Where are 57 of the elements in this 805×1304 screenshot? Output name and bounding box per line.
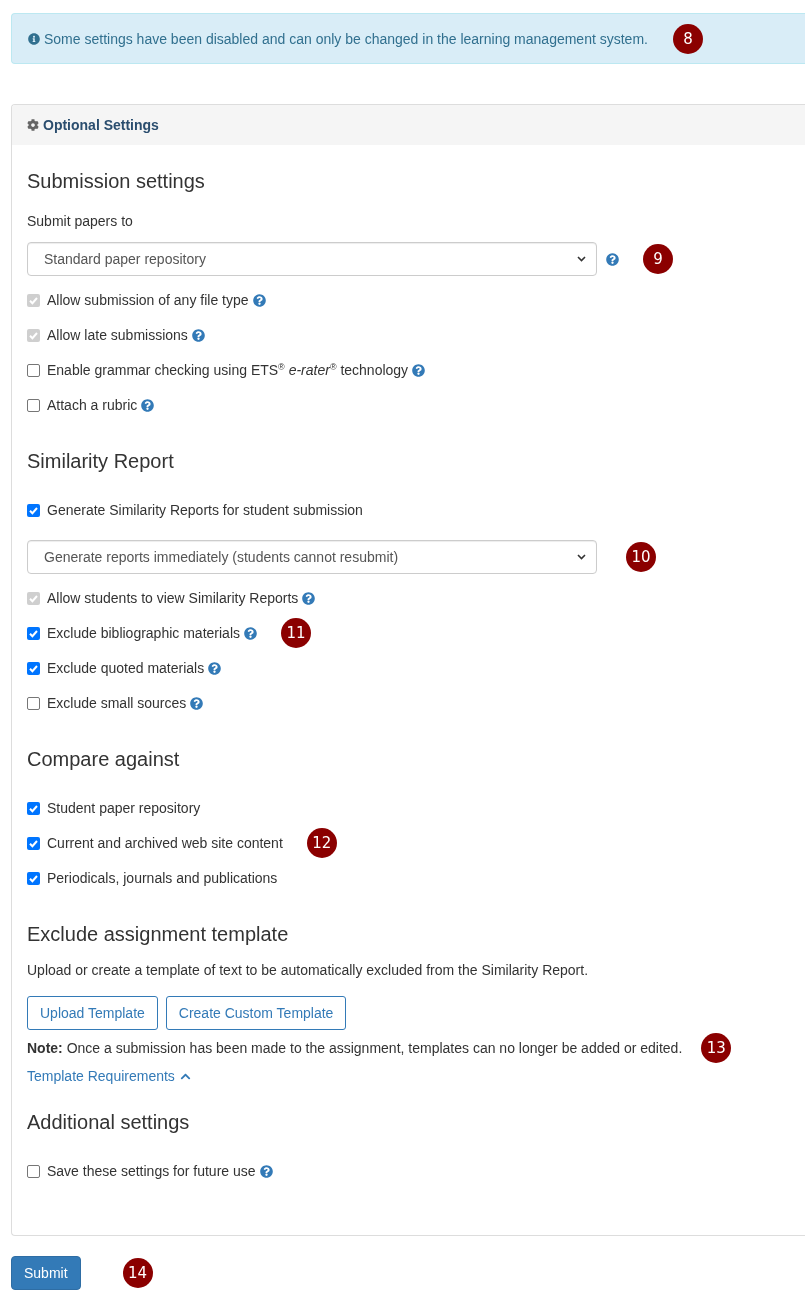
checkbox[interactable] [27,661,40,675]
checkbox-label: Save these settings for future use [47,1162,256,1181]
dropdown-select[interactable]: Generate reports immediately (students cannot resubmit) [27,540,597,574]
paragraph-text: Note: Once a submission has been made to the assignment, templates can no longer be added or edited. [27,1039,683,1058]
section-heading: Compare against [27,748,181,770]
checkbox[interactable] [27,696,40,710]
field-label: Submit papers to [27,212,134,231]
help-icon[interactable] [190,696,204,710]
callout-number: 9 [643,244,673,274]
checkbox-label: Exclude bibliographic materials [47,624,240,643]
help-icon[interactable] [606,252,619,266]
checkbox-label: Allow submission of any file type [47,291,249,310]
checkbox[interactable] [27,871,40,885]
help-icon[interactable] [141,398,155,412]
help-icon[interactable] [208,661,222,675]
checkbox[interactable] [27,503,40,517]
checkbox-label: Student paper repository [47,799,201,818]
info-icon [28,32,40,45]
chevron-down-icon [577,256,586,262]
checkbox[interactable] [27,363,40,377]
checkbox-label: Periodicals, journals and publications [47,869,278,888]
template-button[interactable]: Create Custom Template [165,996,347,1030]
chevron-down-icon [577,554,586,560]
callout-number: 10 [626,542,656,572]
checkbox-label: Current and archived web site content [47,834,283,853]
help-icon[interactable] [244,626,257,640]
checkbox-label: Exclude quoted materials [47,659,205,678]
checkbox-label: Enable grammar checking using ETS$^{®}$ e-rater$^{®}$ technology [47,361,409,380]
submit-button[interactable]: Submit [11,1256,81,1290]
checkbox-label: Attach a rubric [47,396,138,415]
callout-number: 8 [672,23,703,54]
section-heading: Similarity Report [27,450,175,472]
checkbox-label: Allow students to view Similarity Reports [47,589,299,608]
section-heading: Additional settings [27,1111,191,1133]
callout-number: 11 [281,618,311,648]
alert-message: Some settings have been disabled and can only be changed in the learning management system. [44,29,648,49]
requirements-link[interactable]: Template Requirements [27,1066,191,1086]
checkbox[interactable] [27,836,40,850]
settings-icon [27,119,39,131]
checkbox[interactable] [27,801,40,815]
section-heading: Submission settings [27,170,206,192]
checkbox-label: Exclude small sources [47,694,187,713]
help-icon[interactable] [259,1164,273,1178]
callout-number: 14 [122,1258,153,1288]
checkbox[interactable] [27,1164,40,1178]
checkbox-label: Allow late submissions [47,326,188,345]
dropdown-select[interactable]: Standard paper repository [27,242,597,276]
callout-number: 13 [701,1033,732,1063]
panel-title: Optional Settings [43,116,159,135]
checkbox[interactable] [27,626,40,640]
checkbox-label: Generate Similarity Reports for student submission [47,501,363,520]
checkbox[interactable] [27,398,40,412]
callout-number: 12 [306,828,337,858]
paragraph-text: Upload or create a template of text to be automatically excluded from the Similarity Report. [27,961,589,980]
template-button[interactable]: Upload Template [27,996,158,1030]
help-icon[interactable] [412,363,426,377]
section-heading: Exclude assignment template [27,923,290,945]
